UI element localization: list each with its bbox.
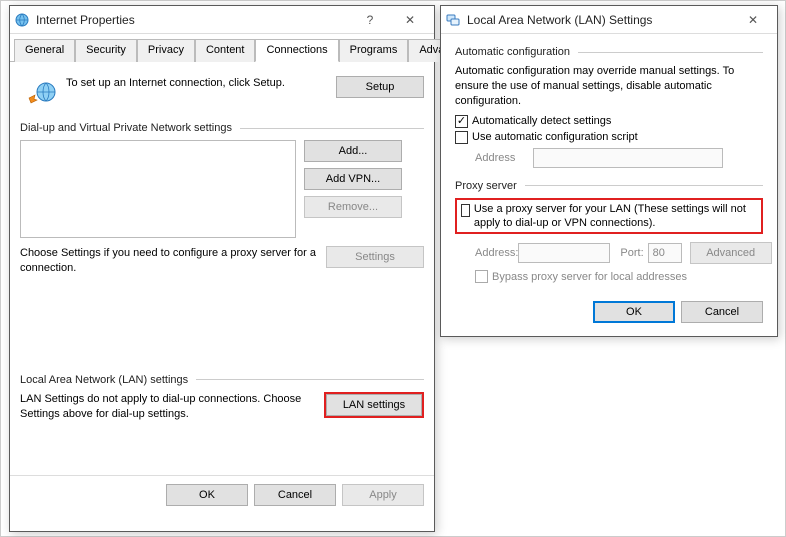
tab-programs[interactable]: Programs — [339, 39, 409, 62]
close-button[interactable]: ✕ — [390, 9, 430, 31]
connection-wizard-icon — [26, 78, 58, 110]
internet-options-icon — [14, 12, 30, 28]
proxy-use-highlight: Use a proxy server for your LAN (These s… — [455, 198, 763, 235]
auto-detect-checkbox[interactable] — [455, 115, 468, 128]
tab-privacy[interactable]: Privacy — [137, 39, 195, 62]
auto-config-desc: Automatic configuration may override man… — [455, 64, 763, 109]
use-script-checkbox[interactable] — [455, 131, 468, 144]
window-title: Local Area Network (LAN) Settings — [467, 13, 733, 27]
auto-detect-label: Automatically detect settings — [472, 115, 611, 127]
add-vpn-button[interactable]: Add VPN... — [304, 168, 402, 190]
bypass-checkbox — [475, 270, 488, 283]
advanced-button: Advanced — [690, 242, 772, 264]
use-proxy-label: Use a proxy server for your LAN (These s… — [474, 202, 757, 231]
network-icon — [445, 12, 461, 28]
bypass-label: Bypass proxy server for local addresses — [492, 271, 687, 283]
auto-config-header: Automatic configuration — [455, 46, 574, 58]
apply-button: Apply — [342, 484, 424, 506]
tab-connections[interactable]: Connections — [255, 39, 338, 62]
cancel-button[interactable]: Cancel — [681, 301, 763, 323]
lan-header: Local Area Network (LAN) settings — [20, 374, 192, 386]
dialup-note: Choose Settings if you need to configure… — [20, 246, 326, 276]
tab-general[interactable]: General — [14, 39, 75, 62]
dialup-header: Dial-up and Virtual Private Network sett… — [20, 122, 236, 134]
setup-text: To set up an Internet connection, click … — [66, 76, 336, 90]
use-proxy-checkbox[interactable] — [461, 204, 470, 217]
add-button[interactable]: Add... — [304, 140, 402, 162]
dialup-settings-button: Settings — [326, 246, 424, 268]
tabstrip: General Security Privacy Content Connect… — [10, 34, 434, 62]
internet-properties-window: Internet Properties ? ✕ General Security… — [9, 5, 435, 532]
script-address-input — [533, 148, 723, 168]
use-script-label: Use automatic configuration script — [472, 131, 638, 143]
proxy-port-input — [648, 243, 682, 263]
ok-button[interactable]: OK — [166, 484, 248, 506]
lan-settings-window: Local Area Network (LAN) Settings ✕ Auto… — [440, 5, 778, 337]
proxy-header: Proxy server — [455, 180, 521, 192]
remove-button: Remove... — [304, 196, 402, 218]
proxy-address-label: Address: — [475, 247, 518, 259]
proxy-port-label: Port: — [620, 247, 643, 259]
dialup-listbox[interactable] — [20, 140, 296, 238]
tab-content[interactable]: Content — [195, 39, 256, 62]
cancel-button[interactable]: Cancel — [254, 484, 336, 506]
lan-note: LAN Settings do not apply to dial-up con… — [20, 392, 324, 422]
proxy-address-input — [518, 243, 610, 263]
tab-security[interactable]: Security — [75, 39, 137, 62]
help-button[interactable]: ? — [350, 9, 390, 31]
ok-button[interactable]: OK — [593, 301, 675, 323]
lan-settings-highlight: LAN settings — [324, 392, 424, 418]
window-title: Internet Properties — [36, 13, 350, 27]
titlebar: Local Area Network (LAN) Settings ✕ — [441, 6, 777, 34]
titlebar: Internet Properties ? ✕ — [10, 6, 434, 34]
lan-settings-button[interactable]: LAN settings — [326, 394, 422, 416]
close-button[interactable]: ✕ — [733, 9, 773, 31]
setup-button[interactable]: Setup — [336, 76, 424, 98]
script-address-label: Address — [475, 152, 533, 164]
